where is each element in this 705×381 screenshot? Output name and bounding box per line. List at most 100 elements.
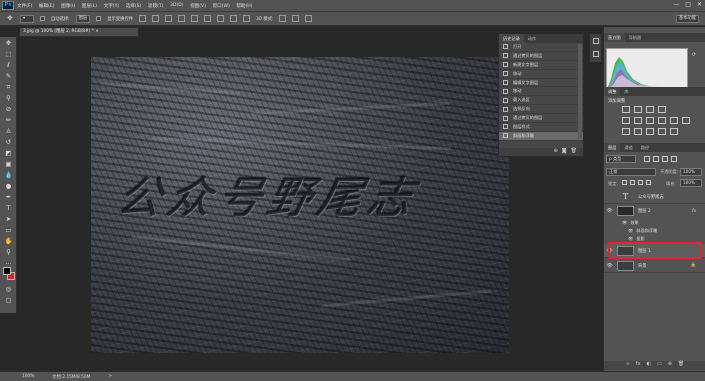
menu-select[interactable]: 选择(S) (126, 3, 142, 9)
layer-row-background[interactable]: 👁 背景 🔒 (604, 259, 705, 273)
3d-rotate-icon[interactable] (279, 15, 287, 22)
zoom-level[interactable]: 100% (22, 374, 34, 379)
eye-icon[interactable]: 👁 (622, 220, 627, 226)
history-item-selected[interactable]: 斜面和浮雕 (499, 131, 583, 141)
new-document-icon[interactable]: ⊕ (554, 148, 558, 156)
opacity-input[interactable]: 100% (680, 168, 702, 176)
levels-icon[interactable] (634, 106, 642, 113)
tab-navigator[interactable]: 导航器 (625, 33, 646, 42)
history-brush-tool-icon[interactable]: ↺ (4, 138, 13, 147)
tab-history[interactable]: 历史记录 (499, 34, 524, 43)
lasso-tool-icon[interactable]: ℓ (4, 61, 13, 70)
minimize-icon[interactable]: — (673, 1, 679, 8)
menu-window[interactable]: 窗口(W) (213, 3, 230, 9)
photo-filter-icon[interactable] (670, 117, 678, 124)
tab-libraries[interactable]: 库 (620, 87, 632, 96)
histogram-refresh-icon[interactable]: ⟳ (692, 52, 696, 58)
align-center-icon[interactable] (191, 15, 199, 22)
more-tools-icon[interactable]: … (4, 258, 13, 267)
snapshot-icon[interactable]: ◙ (562, 148, 567, 156)
path-select-tool-icon[interactable]: ➤ (4, 215, 13, 224)
3d-drag-icon[interactable] (305, 15, 313, 22)
menu-edit[interactable]: 编辑(E) (39, 3, 55, 9)
align-middle-icon[interactable] (152, 15, 160, 22)
link-layers-icon[interactable]: ∞ (626, 361, 630, 370)
history-item[interactable]: 打开 (499, 43, 583, 52)
history-item[interactable]: 选择反向 (499, 105, 583, 115)
quick-select-tool-icon[interactable]: ✎ (4, 72, 13, 81)
history-item[interactable]: 通过拷贝的图层 (499, 52, 583, 61)
new-layer-icon[interactable]: ⊕ (668, 361, 672, 370)
curves-icon[interactable] (646, 106, 654, 113)
history-item[interactable]: 图层样式 (499, 123, 583, 132)
healing-brush-tool-icon[interactable]: ⊘ (4, 105, 13, 114)
filter-type-icon[interactable] (662, 156, 668, 162)
lock-all-icon[interactable] (646, 180, 651, 185)
distribute-top-icon[interactable] (217, 15, 225, 22)
invert-icon[interactable] (622, 128, 630, 135)
align-left-icon[interactable] (178, 15, 186, 22)
color-balance-icon[interactable] (646, 117, 654, 124)
add-style-icon[interactable]: fx (636, 361, 641, 370)
3d-roll-icon[interactable] (292, 15, 300, 22)
quick-mask-icon[interactable]: ◎ (4, 285, 13, 294)
align-top-icon[interactable] (139, 15, 147, 22)
filter-adjustment-icon[interactable] (653, 156, 659, 162)
menu-image[interactable]: 图像(I) (61, 3, 75, 9)
effects-row[interactable]: 👁 效果 (622, 220, 639, 226)
effect-bevel-row[interactable]: 👁 斜面和浮雕 (628, 228, 657, 234)
type-tool-icon[interactable]: T (4, 204, 13, 213)
pen-tool-icon[interactable]: ✒ (4, 193, 13, 202)
eye-icon[interactable]: 👁 (606, 263, 613, 269)
threshold-icon[interactable] (646, 128, 654, 135)
move-tool-icon[interactable]: ✥ (6, 14, 14, 23)
hand-tool-icon[interactable]: ✋ (4, 237, 13, 246)
menu-layer[interactable]: 图层(L) (82, 3, 97, 9)
filter-shape-icon[interactable] (671, 156, 677, 162)
crop-tool-icon[interactable]: ⌗ (4, 83, 13, 92)
fx-icon[interactable]: fx (692, 209, 696, 214)
tab-channels[interactable]: 通道 (620, 143, 636, 152)
dodge-tool-icon[interactable]: ● (4, 182, 13, 191)
marquee-tool-icon[interactable]: ⬚ (4, 50, 13, 59)
lock-position-icon[interactable] (638, 180, 643, 185)
eye-icon[interactable]: 👁 (628, 228, 633, 234)
fill-input[interactable]: 100% (680, 179, 702, 187)
distribute-bottom-icon[interactable] (243, 15, 251, 22)
tab-actions[interactable]: 动作 (524, 34, 540, 43)
align-bottom-icon[interactable] (165, 15, 173, 22)
delete-layer-icon[interactable]: 🗑 (678, 361, 684, 370)
group-icon[interactable]: ▭ (657, 361, 662, 370)
close-icon[interactable]: ✕ (697, 1, 702, 8)
adjustment-layer-icon[interactable]: ◐ (647, 361, 651, 370)
workspace-select[interactable]: 基本功能 (675, 15, 699, 23)
menu-file[interactable]: 文件(F) (17, 3, 32, 9)
lock-pixels-icon[interactable] (630, 180, 635, 185)
blur-tool-icon[interactable]: 💧 (4, 171, 13, 180)
zoom-tool-icon[interactable]: ⚲ (4, 248, 13, 257)
eraser-tool-icon[interactable]: ◩ (4, 149, 13, 158)
history-panel-icon[interactable] (593, 38, 599, 44)
foreground-color-swatch[interactable] (3, 267, 11, 275)
posterize-icon[interactable] (634, 128, 642, 135)
gradient-tool-icon[interactable]: ▣ (4, 160, 13, 169)
properties-panel-icon[interactable] (593, 51, 599, 57)
filter-pixel-icon[interactable] (644, 156, 650, 162)
history-scrollbar[interactable] (578, 44, 582, 139)
screen-mode-icon[interactable]: ▢ (4, 296, 13, 305)
tab-layers[interactable]: 图层 (604, 143, 621, 152)
status-menu-arrow[interactable]: > (108, 374, 112, 379)
delete-icon[interactable]: 🗑 (571, 148, 577, 156)
show-transform-checkbox[interactable] (96, 16, 102, 21)
maximize-icon[interactable]: □ (685, 1, 691, 8)
history-item[interactable]: 通过拷贝的图层 (499, 114, 583, 124)
selective-color-icon[interactable] (658, 128, 666, 135)
move-tool-icon[interactable]: ✥ (4, 39, 13, 48)
menu-help[interactable]: 帮助(H) (236, 3, 252, 9)
lock-transparent-icon[interactable] (622, 180, 627, 185)
tab-histogram[interactable]: 直方图 (604, 33, 625, 42)
tool-preset-picker[interactable]: ▾ (20, 14, 34, 23)
vibrance-icon[interactable] (622, 117, 630, 124)
layer-row-text[interactable]: T 公众号野尾志 (604, 190, 705, 204)
tab-paths[interactable]: 路径 (637, 143, 653, 152)
